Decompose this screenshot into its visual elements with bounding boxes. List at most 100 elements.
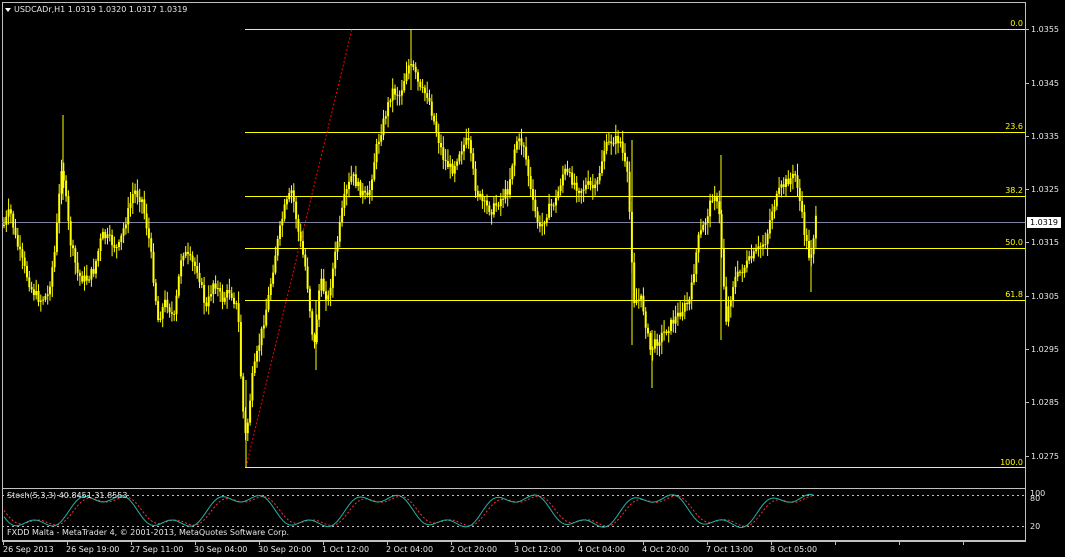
candle-body	[483, 200, 486, 202]
candle-body	[228, 290, 231, 294]
candle-body	[69, 221, 72, 246]
candle-body	[65, 180, 68, 197]
candle-body	[159, 318, 162, 320]
candle-body	[621, 141, 624, 153]
candle-body	[690, 282, 693, 300]
candle-body	[14, 227, 17, 235]
candle-body	[672, 319, 675, 324]
candle-body	[545, 217, 548, 223]
candle-body	[366, 192, 369, 196]
candle-body	[405, 73, 408, 82]
price-chart[interactable]	[0, 0, 1065, 557]
candle-body	[656, 339, 659, 346]
price-tick: 1.0335	[1031, 132, 1059, 141]
candle-body	[812, 238, 815, 255]
candle-body	[288, 193, 291, 200]
candle-body	[207, 296, 210, 307]
candle-body	[46, 294, 49, 297]
candle-body	[55, 222, 58, 252]
candle-body	[290, 190, 293, 194]
candle-body	[663, 331, 666, 333]
candle-body	[152, 251, 155, 283]
candle-body	[272, 272, 275, 284]
candle-body	[729, 300, 732, 307]
candle-body	[364, 190, 367, 193]
candle-body	[502, 198, 505, 200]
candle-body	[433, 115, 436, 122]
candle-body	[552, 205, 555, 207]
candle-body	[345, 189, 348, 194]
candle-body	[458, 154, 461, 162]
candle-body	[104, 231, 107, 239]
candle-body	[51, 267, 54, 287]
candle-body	[791, 173, 794, 179]
candle-body	[598, 173, 601, 181]
candle-body	[161, 307, 164, 319]
candle-body	[775, 193, 778, 207]
candle-body	[584, 184, 587, 190]
candle-body	[58, 193, 61, 223]
candle-body	[762, 244, 764, 247]
candle-body	[78, 272, 81, 276]
candle-body	[168, 307, 171, 313]
candle-body	[693, 274, 695, 283]
candle-body	[718, 201, 721, 215]
candle-body	[5, 216, 8, 225]
candle-body	[755, 249, 758, 252]
candle-body	[557, 191, 560, 198]
candle-body	[113, 245, 116, 248]
candle-body	[695, 252, 698, 275]
candle-body	[594, 184, 597, 189]
candle-body	[72, 245, 74, 249]
candle-body	[44, 296, 47, 300]
fib-level-label: 23.6	[1005, 122, 1023, 131]
candle-body	[699, 230, 702, 235]
candle-body	[85, 275, 88, 281]
candle-body	[200, 282, 203, 285]
candle-body	[269, 283, 272, 295]
candle-body	[649, 333, 652, 350]
candle-body	[97, 251, 100, 262]
candle-body	[318, 290, 321, 320]
candle-body	[548, 203, 551, 218]
candle-body	[529, 175, 532, 189]
candle-body	[467, 138, 470, 141]
candle-body	[131, 194, 134, 204]
candle-body	[134, 190, 137, 195]
candle-body	[157, 301, 160, 320]
candle-body	[511, 165, 514, 180]
candle-body	[573, 182, 576, 185]
candle-body	[706, 216, 709, 223]
time-tick: 4 Oct 04:00	[578, 545, 626, 554]
chart-window[interactable]: USDCADr,H1 1.0319 1.0320 1.0317 1.0319 1…	[0, 0, 1065, 557]
candle-body	[417, 72, 419, 82]
candle-body	[115, 247, 118, 248]
candle-body	[743, 267, 746, 273]
candle-body	[739, 271, 741, 273]
candle-body	[203, 284, 206, 303]
fib-level-label: 38.2	[1005, 186, 1023, 195]
candle-body	[127, 208, 130, 225]
candle-body	[711, 200, 714, 202]
candle-body	[74, 248, 77, 263]
chart-menu-arrow-icon[interactable]	[5, 8, 11, 12]
candle-body	[660, 332, 663, 343]
candle-body	[198, 272, 201, 282]
candle-body	[212, 283, 215, 295]
price-tick: 1.0285	[1031, 398, 1059, 407]
candle-body	[329, 287, 332, 296]
candle-body	[596, 180, 599, 185]
candle-body	[28, 277, 31, 288]
candle-body	[302, 241, 304, 255]
candle-body	[610, 141, 613, 144]
candle-body	[686, 303, 689, 305]
candle-body	[633, 262, 636, 304]
candle-body	[732, 287, 735, 300]
candle-body	[709, 200, 712, 217]
candle-body	[118, 242, 120, 247]
candle-body	[219, 288, 222, 292]
candle-body	[26, 265, 28, 278]
candle-body	[789, 178, 792, 185]
candle-body	[814, 215, 817, 239]
candle-body	[543, 223, 546, 225]
